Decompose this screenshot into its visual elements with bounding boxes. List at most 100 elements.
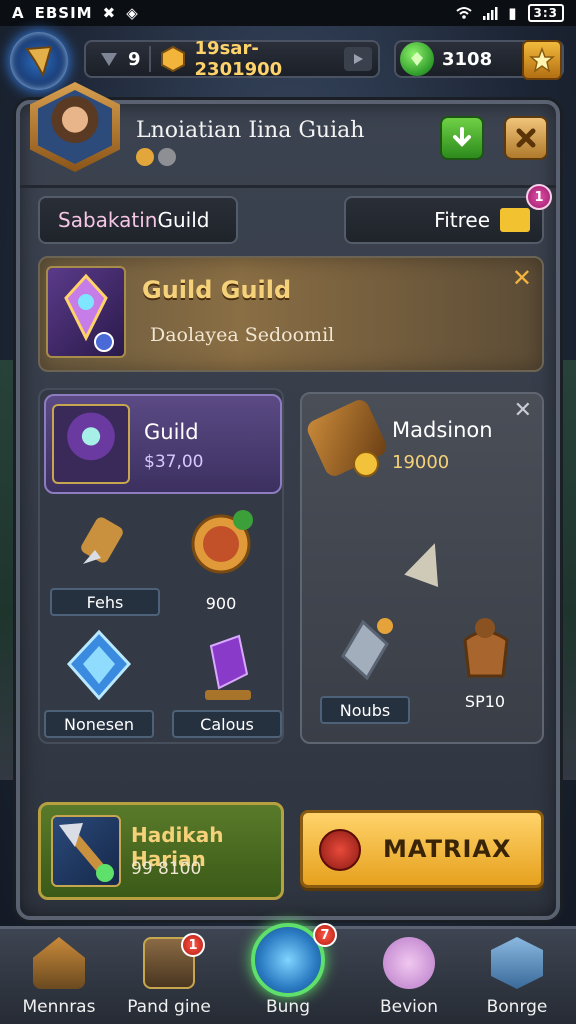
filter-notification-badge: 1 (526, 184, 552, 210)
panel-title: Lnoiatian Iina Guiah (136, 118, 365, 143)
banner-subtitle: Daolayea Sedoomil (150, 324, 335, 346)
level-value: 9 (128, 48, 141, 70)
notification-icon: ✖ (102, 4, 117, 22)
status-left-text: EBSIM (34, 4, 93, 22)
triangle-down-icon (101, 53, 117, 66)
purple-crystal-icon (187, 628, 267, 704)
house-icon (33, 937, 85, 989)
header-badges (136, 148, 176, 166)
favorites-button[interactable] (522, 40, 562, 80)
play-icon (354, 54, 363, 64)
gear-badge-icon (136, 148, 154, 166)
silver-lock-icon (325, 614, 405, 690)
item-label: Nonesen (44, 710, 154, 738)
battery-indicator: 3:3 (527, 4, 564, 22)
app-letter-icon: A (12, 4, 25, 22)
crystal-weapon-icon (46, 266, 126, 358)
status-bar: A EBSIM ✖ ◈ ▮ 3:3 (0, 0, 576, 26)
guild-banner[interactable]: Guild Guild Daolayea Sedoomil ✕ (38, 256, 544, 372)
guild-card[interactable]: Guild $37,00 (44, 394, 282, 494)
daily-reward-button[interactable]: Hadikah Harian 99 8100 (38, 802, 284, 900)
pet-creature-icon (383, 937, 435, 989)
guild-hero-portrait (52, 404, 130, 484)
bullet-item-icon (65, 506, 145, 582)
banner-title: Guild Guild (142, 276, 292, 304)
red-token-icon (319, 829, 361, 871)
pointer-cursor-icon (404, 537, 452, 587)
nav-label: Bevion (379, 997, 439, 1017)
emblem-icon (25, 45, 53, 78)
folder-icon (500, 208, 530, 232)
item-label: Calous (172, 710, 282, 738)
nav-label: Bung (265, 997, 310, 1017)
chest-icon: 1 (143, 933, 205, 989)
close-icon (516, 128, 536, 148)
item-label: SP10 (464, 692, 506, 711)
coin-icon (353, 451, 379, 477)
moon-badge-icon (158, 148, 176, 166)
shield-status-icon: ◈ (126, 4, 139, 22)
nav-badge: 7 (313, 923, 337, 947)
nav-label: Mennras (22, 997, 96, 1017)
item-cell[interactable]: Calous (172, 628, 282, 738)
bottom-navigation: Mennras 1 Pand gine 7 Bung Bevion Bonrge (0, 923, 576, 1024)
crystal-home-icon: 7 (251, 923, 337, 997)
guild-panel: Lnoiatian Iina Guiah Sabakatin Guild Fit… (16, 82, 560, 920)
max-button-label: MATRIAX (383, 835, 512, 863)
bear-hex-icon (491, 937, 543, 989)
banner-close-icon[interactable]: ✕ (512, 264, 532, 292)
nav-label: Pand gine (127, 997, 211, 1017)
reward-value: 99 8100 (131, 859, 202, 879)
axe-reward-icon (51, 815, 121, 887)
guild-card-name: Guild (144, 420, 199, 444)
panel-header: Lnoiatian Iina Guiah (20, 82, 556, 188)
gold-amount: 19sar-2301900 (194, 38, 283, 80)
nav-item-mennras[interactable]: Mennras (4, 929, 114, 1024)
item-cell[interactable]: Nonesen (44, 628, 154, 738)
download-button[interactable] (440, 116, 484, 160)
madsinon-title: Madsinon (392, 418, 493, 442)
filter-button[interactable]: Fitree 1 (344, 184, 552, 244)
madsinon-close-icon[interactable]: ✕ (514, 398, 532, 423)
signal-icon (483, 7, 498, 20)
gold-resource[interactable]: 9 19sar-2301900 (84, 38, 380, 80)
item-cell[interactable]: Noubs (310, 614, 420, 724)
guild-selector[interactable]: Sabakatin Guild (38, 196, 238, 244)
leather-bag-icon (445, 604, 525, 680)
item-label: Noubs (320, 696, 410, 724)
battery-icon: ▮ (508, 4, 518, 22)
nav-item-bevion[interactable]: Bevion (354, 929, 464, 1024)
arrow-down-icon (453, 127, 471, 147)
player-avatar[interactable] (30, 82, 120, 172)
close-button[interactable] (504, 116, 548, 160)
max-button[interactable]: MATRIAX (300, 810, 544, 888)
coin-badge-icon (181, 506, 261, 582)
resource-bar: 9 19sar-2301900 3108 (0, 28, 576, 92)
guild-card-value: $37,00 (144, 452, 204, 472)
filter-label: Fitree (434, 208, 490, 232)
madsinon-card[interactable]: Madsinon 19000 ✕ Noubs SP10 (300, 392, 544, 744)
divider (148, 46, 151, 72)
item-cell[interactable]: SP10 (430, 604, 540, 716)
guild-emblem-button[interactable] (10, 32, 68, 90)
wifi-icon (456, 7, 472, 19)
nav-item-bonrge[interactable]: Bonrge (462, 929, 572, 1024)
guild-items-area: Guild $37,00 Fehs 900 Nonesen Calous (38, 388, 284, 744)
item-cell[interactable]: 900 (166, 506, 276, 618)
blue-crystal-icon (59, 628, 139, 704)
nav-label: Bonrge (486, 997, 548, 1017)
nav-item-pand-gine[interactable]: 1 Pand gine (114, 929, 224, 1024)
madsinon-value: 19000 (392, 452, 450, 473)
green-gem-icon (400, 42, 434, 76)
gold-coin-icon (160, 45, 185, 73)
star-icon (529, 47, 555, 73)
nav-badge: 1 (181, 933, 205, 957)
gem-amount: 3108 (442, 48, 493, 70)
guild-selector-prefix: Sabakatin (58, 208, 158, 232)
nav-item-bung[interactable]: 7 Bung (233, 923, 343, 1024)
item-label: 900 (205, 594, 237, 613)
gold-more-button[interactable] (344, 47, 372, 71)
item-cell[interactable]: Fehs (50, 506, 160, 616)
item-label: Fehs (50, 588, 160, 616)
avatar-portrait (38, 90, 112, 164)
